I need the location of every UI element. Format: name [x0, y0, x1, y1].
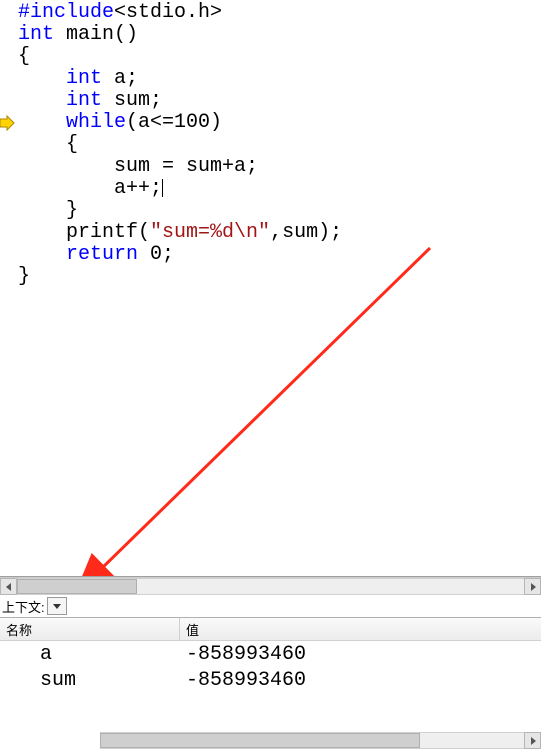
text-caret-icon: [162, 179, 163, 197]
code-token: [18, 89, 66, 112]
context-dropdown[interactable]: [47, 597, 67, 615]
code-token: "sum=%d\n": [150, 221, 270, 244]
variable-name: a: [0, 643, 180, 666]
code-token: }: [18, 265, 30, 288]
scroll-right-button[interactable]: [524, 578, 541, 595]
scroll-right-button[interactable]: [524, 732, 541, 749]
scroll-thumb[interactable]: [100, 733, 420, 748]
code-token: sum = sum+a;: [18, 155, 258, 178]
code-token: int: [66, 89, 102, 112]
code-token: int: [18, 23, 54, 46]
code-token: [18, 243, 66, 266]
variable-value: -858993460: [180, 669, 541, 692]
code-token: main(): [54, 23, 138, 46]
scroll-left-button[interactable]: [0, 578, 17, 595]
column-header-name[interactable]: 名称: [0, 618, 180, 640]
variable-value: -858993460: [180, 643, 541, 666]
variables-pane[interactable]: a -858993460 sum -858993460: [0, 641, 541, 749]
code-editor[interactable]: #include<stdio.h> int main() { int a; in…: [0, 0, 541, 577]
code-token: {: [18, 133, 78, 156]
code-content: #include<stdio.h> int main() { int a; in…: [0, 0, 541, 288]
code-token: (a<=100): [126, 111, 222, 134]
code-token: int: [66, 67, 102, 90]
variables-horizontal-scrollbar[interactable]: [0, 732, 541, 749]
chevron-down-icon: [53, 602, 61, 610]
code-token: return: [66, 243, 138, 266]
code-token: printf(: [18, 221, 150, 244]
scroll-track[interactable]: [17, 578, 524, 595]
code-token: ,sum);: [270, 221, 342, 244]
code-token: 0;: [138, 243, 174, 266]
code-token: }: [18, 199, 78, 222]
code-token: [18, 111, 66, 134]
variable-row[interactable]: a -858993460: [0, 641, 541, 667]
code-token: a++;: [18, 177, 162, 200]
column-header-value[interactable]: 值: [180, 618, 541, 640]
code-token: <stdio.h>: [114, 1, 222, 24]
variable-row[interactable]: sum -858993460: [0, 667, 541, 693]
scroll-track[interactable]: [100, 732, 524, 749]
code-token: a;: [102, 67, 138, 90]
context-bar: 上下文:: [0, 595, 541, 618]
code-token: #include: [18, 1, 114, 24]
code-token: {: [18, 45, 30, 68]
editor-horizontal-scrollbar[interactable]: [0, 577, 541, 595]
current-line-arrow-icon: [0, 114, 16, 132]
context-label: 上下文:: [2, 597, 45, 616]
variables-header: 名称 值: [0, 618, 541, 641]
code-token: sum;: [102, 89, 162, 112]
scroll-thumb[interactable]: [17, 579, 137, 594]
code-token: [18, 67, 66, 90]
variable-name: sum: [0, 669, 180, 692]
code-token: while: [66, 111, 126, 134]
